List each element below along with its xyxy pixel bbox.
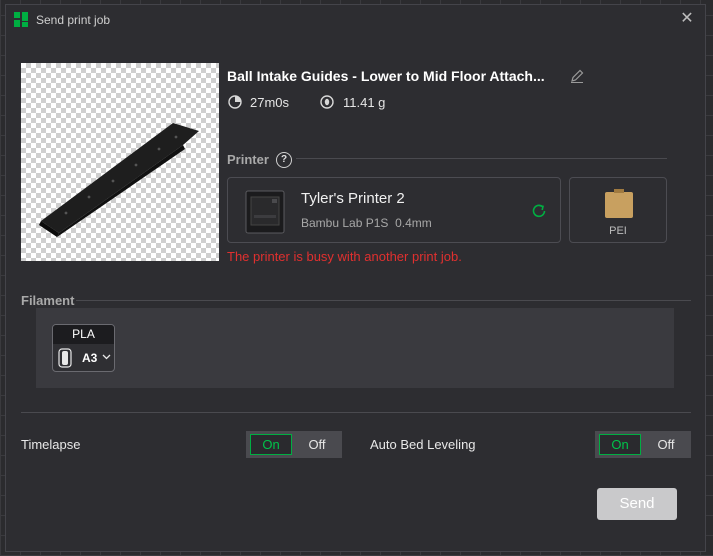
printer-image [245,190,285,234]
refresh-icon[interactable] [530,202,548,220]
pei-plate-icon [605,189,633,218]
timelapse-on-option[interactable]: On [250,434,292,455]
bambu-logo-icon [14,12,28,27]
job-name: Ball Intake Guides - Lower to Mid Floor … [227,68,545,84]
close-icon[interactable]: ✕ [679,11,695,27]
printer-selector[interactable]: Tyler's Printer 2 Bambu Lab P1S 0.4mm [227,177,561,243]
model-preview-image [39,123,199,237]
printer-section-label: Printer [227,152,269,167]
edit-pencil-icon[interactable] [569,68,585,84]
auto-bed-leveling-label: Auto Bed Leveling [370,437,476,452]
filament-divider [76,300,691,301]
filament-type: PLA [53,325,114,344]
options-divider [21,412,691,413]
timelapse-toggle[interactable]: On Off [246,431,342,458]
print-time: 27m0s [250,95,290,110]
bed-leveling-off-option[interactable]: Off [645,434,687,455]
model-thumbnail [21,63,219,261]
timelapse-label: Timelapse [21,437,81,452]
chevron-down-icon [102,354,111,360]
printer-nozzle: 0.4mm [395,216,432,230]
printer-model-name: Bambu Lab P1S [301,216,389,230]
filament-mapping-chip[interactable]: PLA A3 [52,324,115,372]
plate-label: PEI [609,225,627,237]
ams-slot: A3 [82,351,98,365]
filament-panel: PLA A3 [36,308,674,388]
dialog-title: Send print job [36,13,111,27]
timelapse-off-option[interactable]: Off [296,434,338,455]
plate-selector[interactable]: PEI [569,177,667,243]
timer-icon [228,95,242,109]
auto-bed-leveling-toggle[interactable]: On Off [595,431,691,458]
printer-busy-warning: The printer is busy with another print j… [227,249,462,264]
filament-weight: 11.41 g [343,95,386,110]
filament-section-label: Filament [21,293,75,308]
printer-name: Tyler's Printer 2 [301,190,405,207]
send-button[interactable]: Send [597,488,677,520]
bed-leveling-on-option[interactable]: On [599,434,641,455]
filament-weight-icon [320,95,334,109]
title-bar: Send print job ✕ [6,5,705,35]
help-icon[interactable]: ? [276,152,292,168]
printer-model: Bambu Lab P1S 0.4mm [301,216,432,230]
printer-divider [296,158,667,159]
spool-icon [58,348,72,368]
send-print-job-dialog: Send print job ✕ Ball Intake Guides - Lo… [5,4,706,552]
